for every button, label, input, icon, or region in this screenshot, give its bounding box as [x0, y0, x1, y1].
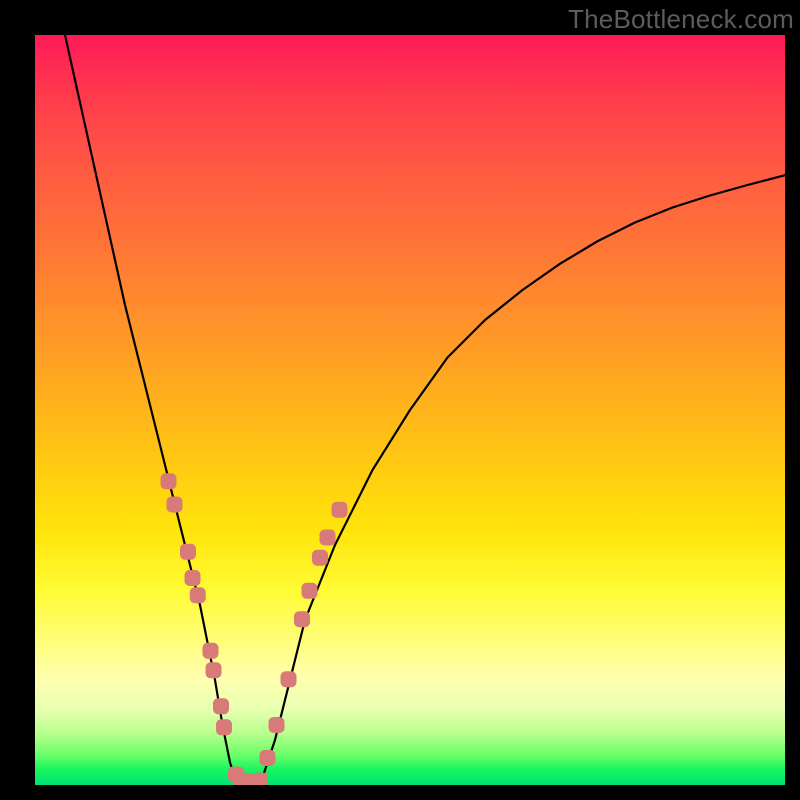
data-point [294, 611, 310, 627]
left-branch-dots [161, 473, 263, 785]
data-point [216, 719, 232, 735]
chart-svg [35, 35, 785, 785]
data-point [206, 662, 222, 678]
data-point [312, 550, 328, 566]
data-point [252, 773, 268, 786]
data-point [190, 587, 206, 603]
data-point [281, 671, 297, 687]
data-point [180, 544, 196, 560]
data-point [260, 750, 276, 766]
data-point [213, 698, 229, 714]
bottleneck-curve [65, 35, 785, 785]
data-point [269, 717, 285, 733]
data-point [302, 583, 318, 599]
data-point [203, 643, 219, 659]
watermark-text: TheBottleneck.com [568, 4, 794, 35]
data-point [167, 497, 183, 513]
chart-frame: TheBottleneck.com [0, 0, 800, 800]
plot-area [35, 35, 785, 785]
data-point [185, 570, 201, 586]
data-point [332, 502, 348, 518]
data-point [161, 473, 177, 489]
data-point [320, 530, 336, 546]
